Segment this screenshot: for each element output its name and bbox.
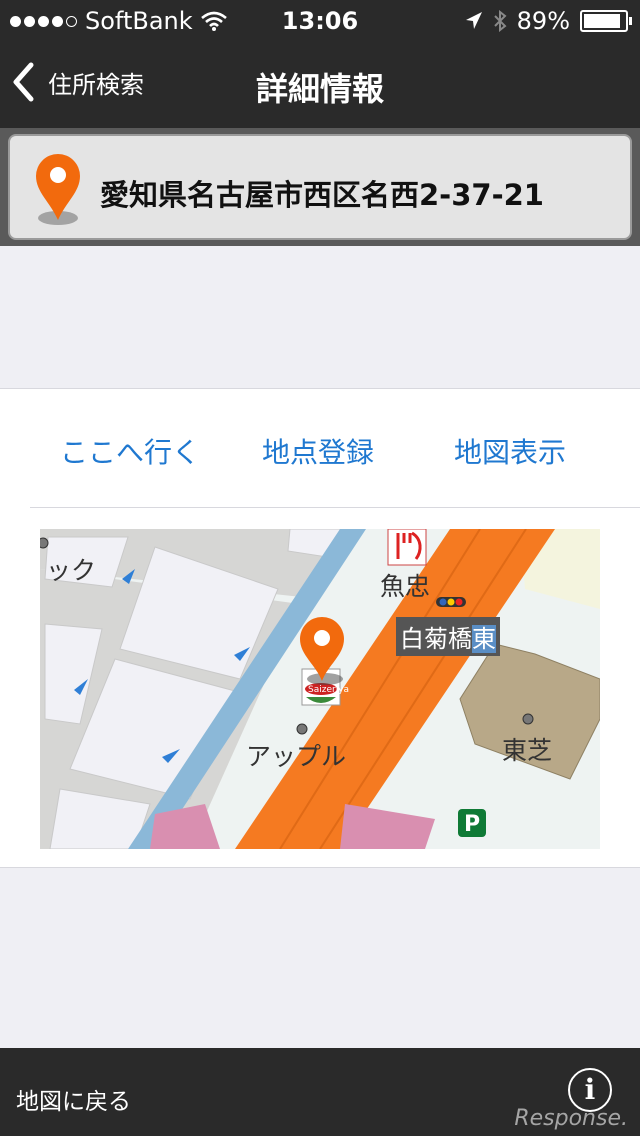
map-label-higashi: 東	[472, 625, 496, 653]
parking-sign-label: P	[464, 812, 480, 837]
page-title: 詳細情報	[255, 70, 384, 108]
map-label-shirakikubashi-main: 白菊橋	[400, 625, 472, 653]
register-point-button[interactable]: 地点登録	[262, 431, 374, 471]
address-text: 愛知県名古屋市西区名西2-37-21	[100, 178, 544, 212]
map-preview[interactable]: P Saizeriya ック 魚忠 白菊橋東 アップル 東芝	[40, 529, 600, 849]
address-card: 愛知県名古屋市西区名西2-37-21	[8, 134, 632, 240]
map-canvas: P Saizeriya	[40, 529, 600, 849]
battery-icon	[580, 10, 632, 32]
show-map-button[interactable]: 地図表示	[454, 431, 566, 471]
map-label-uochu: 魚忠	[380, 572, 431, 601]
watermark: Response.	[514, 1106, 628, 1131]
action-panel: ここへ行く 地点登録 地図表示 P Saizeriya ック 魚忠 白菊橋東 ア…	[0, 388, 640, 868]
map-pin-icon	[36, 154, 80, 225]
saizeriya-logo-text: Saizeriya	[308, 685, 349, 695]
address-header: 愛知県名古屋市西区名西2-37-21	[0, 128, 640, 246]
map-label-top-left: ック	[46, 556, 97, 585]
status-bar: SoftBank 13:06 89%	[0, 0, 640, 40]
map-label-toshiba: 東芝	[502, 736, 553, 765]
bottom-toolbar: 地図に戻る i Response.	[0, 1048, 640, 1136]
map-label-shirakikubashi: 白菊橋東	[396, 617, 500, 656]
map-label-apple: アップル	[246, 742, 347, 771]
go-here-button[interactable]: ここへ行く	[60, 431, 200, 471]
bluetooth-icon	[493, 10, 507, 32]
action-row: ここへ行く 地点登録 地図表示	[30, 389, 640, 508]
location-arrow-icon	[465, 12, 482, 29]
back-to-map-button[interactable]: 地図に戻る	[16, 1082, 131, 1116]
navigation-bar: 住所検索 詳細情報	[0, 40, 640, 128]
battery-percentage: 89%	[516, 7, 570, 35]
